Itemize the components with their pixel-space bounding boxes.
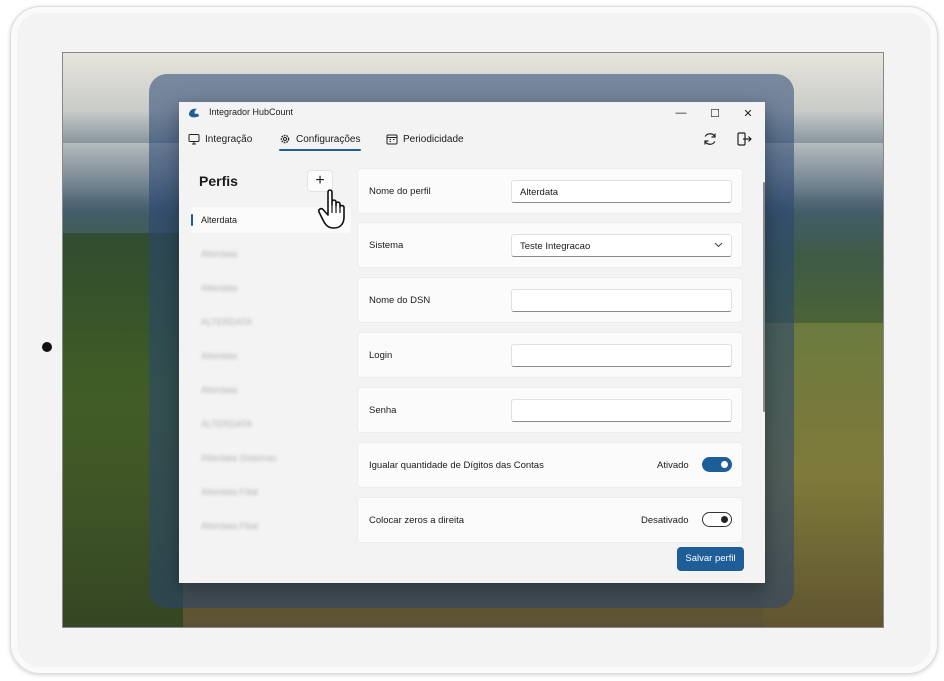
profile-item[interactable]: ALTERDATA: [191, 411, 351, 437]
chevron-down-icon: [714, 242, 723, 248]
dsn-row: Nome do DSN: [357, 277, 743, 323]
zeros-right-toggle[interactable]: [702, 512, 732, 527]
system-row: Sistema Teste Integracao: [357, 222, 743, 268]
profile-item[interactable]: Alterdata: [191, 275, 351, 301]
logout-icon[interactable]: [736, 131, 752, 147]
system-select[interactable]: Teste Integracao: [511, 234, 732, 257]
system-label: Sistema: [369, 240, 404, 251]
login-label: Login: [369, 350, 393, 361]
gear-icon: [280, 134, 290, 144]
hand-cursor-icon: [318, 189, 345, 229]
equal-digits-label: Igualar quantidade de Dígitos das Contas: [369, 460, 544, 471]
monitor-icon: [188, 134, 200, 145]
login-row: Login: [357, 332, 743, 378]
zeros-right-row: Colocar zeros a direita Desativado: [357, 497, 743, 543]
app-logo-icon: [189, 108, 199, 118]
calendar-icon: [386, 134, 398, 145]
title-bar: Integrador HubCount — ☐ ✕: [179, 102, 765, 124]
profile-item[interactable]: Alterdata: [191, 343, 351, 369]
system-selected-value: Teste Integracao: [520, 241, 591, 252]
content-scrollbar[interactable]: [763, 182, 765, 412]
close-icon: ✕: [743, 107, 753, 120]
tab-periodicidade[interactable]: Periodicidade: [386, 133, 464, 145]
save-profile-button[interactable]: Salvar perfil: [677, 547, 744, 571]
minimize-icon: —: [675, 107, 687, 119]
tab-label: Periodicidade: [403, 133, 464, 145]
profiles-sidebar: Perfis + Alterdata Alterdata Alterdata A…: [179, 162, 353, 583]
dsn-label: Nome do DSN: [369, 295, 431, 306]
profile-item[interactable]: Alterdata: [191, 377, 351, 403]
login-input[interactable]: [511, 344, 732, 367]
password-row: Senha: [357, 387, 743, 433]
password-input[interactable]: [511, 399, 732, 422]
maximize-button[interactable]: ☐: [698, 102, 732, 124]
profile-form: Nome do perfil Alterdata Sistema Teste I…: [357, 168, 757, 583]
refresh-icon[interactable]: [702, 131, 718, 147]
minimize-button[interactable]: —: [664, 102, 698, 124]
tab-label: Configurações: [296, 133, 361, 145]
tab-integracao[interactable]: Integração: [188, 133, 252, 145]
profile-item[interactable]: Alterdata Sistemas: [191, 445, 351, 471]
equal-digits-row: Igualar quantidade de Dígitos das Contas…: [357, 442, 743, 488]
profile-item[interactable]: Alterdata Filial: [191, 479, 351, 505]
profile-item[interactable]: ALTERDATA: [191, 309, 351, 335]
profile-item[interactable]: Alterdata Filial: [191, 513, 351, 539]
maximize-icon: ☐: [710, 107, 720, 120]
window-title: Integrador HubCount: [209, 107, 294, 117]
tab-label: Integração: [205, 133, 253, 145]
zeros-right-label: Colocar zeros a direita: [369, 515, 465, 526]
sidebar-title: Perfis: [199, 173, 238, 189]
equal-digits-toggle[interactable]: [702, 457, 732, 472]
zeros-right-state: Desativado: [641, 515, 689, 526]
password-label: Senha: [369, 405, 397, 416]
camera: [42, 342, 52, 352]
profile-name-row: Nome do perfil Alterdata: [357, 168, 743, 214]
profile-name-input[interactable]: Alterdata: [511, 180, 732, 203]
active-tab-indicator: [279, 149, 361, 151]
dsn-input[interactable]: [511, 289, 732, 312]
tab-configuracoes[interactable]: Configurações: [279, 133, 360, 145]
profile-name-label: Nome do perfil: [369, 186, 431, 197]
close-button[interactable]: ✕: [731, 102, 765, 124]
equal-digits-state: Ativado: [657, 460, 689, 471]
profile-item[interactable]: Alterdata: [191, 241, 351, 267]
app-window: Integrador HubCount — ☐ ✕ Integração Con…: [179, 102, 765, 583]
